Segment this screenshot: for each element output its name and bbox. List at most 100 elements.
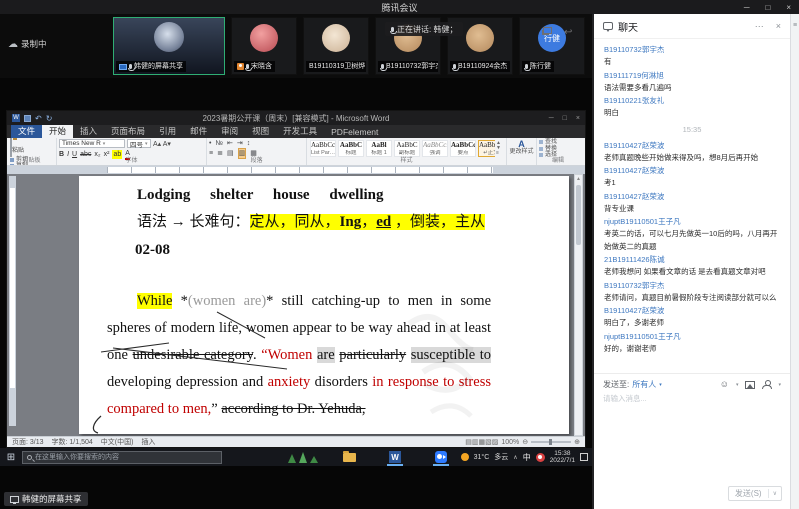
participant-tile[interactable]: B19110319卫树烨 [303,17,369,75]
chat-sender[interactable]: B19110427赵荣波 [604,304,780,317]
word-minimize-icon[interactable]: ─ [549,115,554,122]
chat-sender[interactable]: B19110427赵荣波 [604,190,780,203]
monitor-icon [10,496,19,503]
chat-sender[interactable]: B19110732郭宇杰 [604,43,780,56]
member-icon[interactable] [762,380,771,389]
restore-view-icon[interactable]: ↩ [564,27,572,38]
font-size-select[interactable]: 四号▾ [127,139,151,148]
tray-app-icon[interactable] [536,453,545,462]
scroll-up-icon[interactable]: ▲ [575,175,582,183]
change-styles-button[interactable]: A 更改样式 [507,138,537,165]
style-chip[interactable]: AaBbC标题 [338,140,364,157]
start-button[interactable]: ⊞ [0,452,22,463]
send-button[interactable]: 发送(S) ∨ [728,486,782,501]
doc-run: susceptible to [411,347,491,363]
layout-switch-icon[interactable] [543,27,552,34]
chat-sender[interactable]: B19111719何淋旭 [604,69,780,82]
chat-message-list[interactable]: B19110732郭宇杰有B19111719何淋旭语法需要多看几遍吗B19110… [594,39,790,373]
chat-close-icon[interactable]: × [776,21,781,32]
file-explorer-icon[interactable] [336,448,362,466]
weather-sun-icon[interactable] [461,453,469,461]
participant-tile[interactable]: 韩健的屏幕共享 [113,17,225,75]
chat-message: njuptB19110501王子凡考英二的话，可以七月先做英一10后的吗，八月再… [604,215,780,253]
zoom-out-icon[interactable]: ⊖ [522,438,528,446]
send-options-caret-icon[interactable]: ∨ [769,490,781,497]
chat-sender[interactable]: B19110427赵荣波 [604,164,780,177]
font-name-select[interactable]: Times New R▾ [59,139,125,148]
word-maximize-icon[interactable]: □ [563,115,567,122]
clipboard-icon [10,138,12,157]
send-to-value[interactable]: 所有人 [632,379,656,390]
chat-sender[interactable]: B19110221张友礼 [604,94,780,107]
participant-tile[interactable]: 宋晓含 [231,17,297,75]
minimize-icon[interactable]: ─ [744,3,750,12]
ribbon-tab-9[interactable]: PDFelement [324,126,385,138]
close-icon[interactable]: × [786,3,791,12]
ribbon-tab-3[interactable]: 页面布局 [104,124,152,138]
participant-tile[interactable]: 行健陈行健 [519,17,585,75]
zoom-in-icon[interactable]: ⊕ [574,438,580,446]
zoom-slider[interactable] [531,441,571,443]
ribbon-tab-6[interactable]: 审阅 [214,124,245,138]
scrollbar-thumb[interactable] [576,185,581,245]
paragraph-button[interactable]: ⇥ [237,139,243,148]
style-chip[interactable]: AaBbCcD强调 [422,140,448,157]
image-icon[interactable] [745,381,755,389]
style-chip[interactable]: AaBbCcD要点 [450,140,476,157]
view-buttons[interactable]: ▤▥▦▧▨ [465,438,498,446]
ime-indicator[interactable]: 中 [523,452,531,463]
word-close-icon[interactable]: × [576,115,580,122]
action-center-icon[interactable] [580,453,588,461]
weather-temp[interactable]: 31°C [474,454,490,461]
ribbon-tab-1[interactable]: 开始 [42,124,73,138]
ribbon-tab-file[interactable]: 文件 [11,124,42,138]
chat-menu-icon[interactable]: ⋯ [755,21,764,32]
chat-text: 明白 [604,107,780,120]
chat-sender[interactable]: njuptB19110501王子凡 [604,330,780,343]
word-count: 字数: 1/1,504 [52,437,93,447]
style-gallery-scroll[interactable]: ▲▼≡ [496,141,501,156]
style-chip[interactable]: AaBl标题 1 [366,140,392,157]
document-page[interactable]: Lodging shelter house dwelling 语法 → 长难句：… [79,176,569,434]
style-chip[interactable]: AaBbCcD↵正文 [478,140,495,157]
ribbon-tab-7[interactable]: 视图 [245,124,276,138]
vertical-ruler[interactable] [9,176,16,426]
grow-shrink-font-buttons[interactable]: A▴ A▾ [153,140,171,148]
paste-button[interactable]: 粘贴 [9,139,25,157]
paragraph-button[interactable]: ⇤ [227,139,233,148]
emoji-icon[interactable]: ☺ [720,380,729,389]
member-caret-icon[interactable]: ▾ [778,382,781,388]
document-scrollbar[interactable]: ▲ [574,174,583,436]
view-button-icon[interactable]: ▤ [465,439,472,446]
ribbon-tab-8[interactable]: 开发工具 [276,124,324,138]
taskbar-clock[interactable]: 15:38 2022/7/1 [550,450,575,464]
maximize-icon[interactable]: □ [765,3,770,12]
style-chip[interactable]: AaBbCcDdList Par… [310,140,336,157]
paragraph-button[interactable]: № [215,139,223,148]
tray-expand-icon[interactable]: ∧ [513,454,517,461]
chat-sender[interactable]: 21B19111426陈诚 [604,253,780,266]
style-chip[interactable]: AaBbC副标题 [394,140,420,157]
weather-text[interactable]: 多云 [494,452,508,462]
word-taskbar-icon[interactable]: W [382,448,408,466]
horizontal-ruler[interactable] [7,166,585,174]
emoji-caret-icon[interactable]: ▾ [736,382,739,388]
ribbon-tab-2[interactable]: 插入 [73,124,104,138]
ribbon-tab-4[interactable]: 引用 [152,124,183,138]
paragraph-button[interactable]: • [209,139,211,148]
view-button-icon[interactable]: ▨ [492,439,499,446]
chat-sender[interactable]: B19110732郭宇杰 [604,279,780,292]
meeting-taskbar-icon[interactable] [428,448,454,466]
view-button-icon[interactable]: ▧ [485,439,492,446]
sidebar-handle-icon[interactable]: ≡ [791,22,799,29]
chat-input[interactable] [603,394,783,403]
screen-share-pill[interactable]: 韩健的屏幕共享 [4,492,88,506]
taskbar-widget-icon[interactable] [288,451,318,463]
chat-sender[interactable]: njuptB19110501王子凡 [604,215,780,228]
ribbon-tab-5[interactable]: 邮件 [183,124,214,138]
insert-mode: 插入 [141,437,155,447]
taskbar-search[interactable]: 在这里输入你要搜索的内容 [22,451,222,464]
send-to-caret-icon[interactable]: ▾ [659,382,662,388]
paragraph-button[interactable]: ↕ [247,139,251,148]
chat-sender[interactable]: B19110427赵荣波 [604,139,780,152]
